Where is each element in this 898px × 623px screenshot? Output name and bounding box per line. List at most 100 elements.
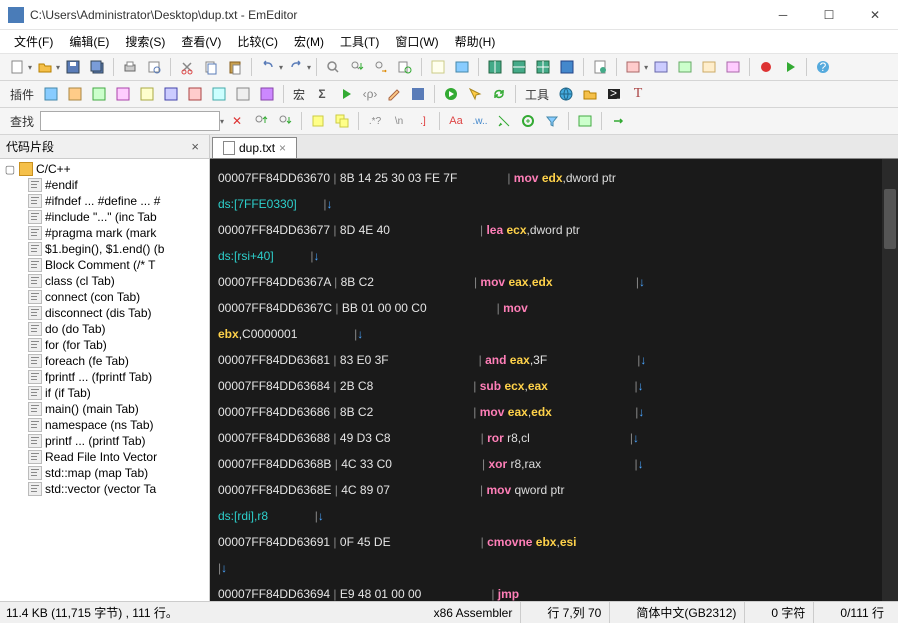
end-button[interactable]: .] — [412, 110, 434, 132]
plugin-4[interactable] — [112, 83, 134, 105]
regex-button[interactable]: .*? — [364, 110, 386, 132]
help-button[interactable]: ? — [812, 56, 834, 78]
menu-help[interactable]: 帮助(H) — [449, 31, 502, 52]
snippet-item[interactable]: #include "..." (inc Tab — [0, 209, 209, 225]
explorer-button[interactable] — [579, 83, 601, 105]
cut-button[interactable] — [176, 56, 198, 78]
snippet-item[interactable]: do (do Tab) — [0, 321, 209, 337]
window-both-button[interactable] — [532, 56, 554, 78]
plugin-10[interactable] — [256, 83, 278, 105]
play-button[interactable] — [779, 56, 801, 78]
wordwrap-button[interactable] — [427, 56, 449, 78]
menu-search[interactable]: 搜索(S) — [119, 31, 171, 52]
copy-button[interactable] — [200, 56, 222, 78]
snippet-item[interactable]: namespace (ns Tab) — [0, 417, 209, 433]
find-input[interactable] — [40, 111, 220, 131]
menu-macro[interactable]: 宏(M) — [288, 31, 330, 52]
tab-close-icon[interactable]: × — [279, 141, 286, 155]
snippet-item[interactable]: connect (con Tab) — [0, 289, 209, 305]
menu-edit[interactable]: 编辑(E) — [63, 31, 115, 52]
mark-all-button[interactable] — [331, 110, 353, 132]
tree-root[interactable]: ▢ C/C++ — [0, 161, 209, 177]
cmd-button[interactable]: >_ — [603, 83, 625, 105]
open-button[interactable] — [34, 56, 56, 78]
new-button[interactable] — [6, 56, 28, 78]
arrow-button[interactable] — [464, 83, 486, 105]
tab-dup-txt[interactable]: dup.txt × — [212, 137, 297, 158]
print-button[interactable] — [119, 56, 141, 78]
macro-play-button[interactable] — [335, 83, 357, 105]
snippet-item[interactable]: Read File Into Vector — [0, 449, 209, 465]
go-button[interactable] — [440, 83, 462, 105]
hilight-button[interactable] — [517, 110, 539, 132]
bookmark-button[interactable] — [451, 56, 473, 78]
case-button[interactable]: Aa — [445, 110, 467, 132]
fullscreen-button[interactable] — [556, 56, 578, 78]
replace-button[interactable] — [370, 56, 392, 78]
record-button[interactable] — [755, 56, 777, 78]
font-button[interactable]: T — [627, 83, 649, 105]
word-button[interactable]: .w.. — [469, 110, 491, 132]
snippet-item[interactable]: std::vector (vector Ta — [0, 481, 209, 497]
menu-compare[interactable]: 比较(C) — [231, 31, 284, 52]
syntax4-button[interactable] — [698, 56, 720, 78]
status-language[interactable]: x86 Assembler — [426, 602, 522, 623]
snippet-item[interactable]: for (for Tab) — [0, 337, 209, 353]
plugin-5[interactable] — [136, 83, 158, 105]
snippet-item[interactable]: foreach (fe Tab) — [0, 353, 209, 369]
snippet-item[interactable]: main() (main Tab) — [0, 401, 209, 417]
redo-button[interactable] — [285, 56, 307, 78]
vertical-scrollbar[interactable] — [882, 159, 898, 601]
plugin-2[interactable] — [64, 83, 86, 105]
close-button[interactable]: ✕ — [852, 0, 898, 30]
snippets-tree[interactable]: ▢ C/C++ #endif#ifndef ... #define ... ##… — [0, 159, 209, 601]
snippet-item[interactable]: disconnect (dis Tab) — [0, 305, 209, 321]
paste-button[interactable] — [224, 56, 246, 78]
snippet-item[interactable]: if (if Tab) — [0, 385, 209, 401]
plugin-3[interactable] — [88, 83, 110, 105]
save-all-button[interactable] — [86, 56, 108, 78]
mark-button[interactable] — [307, 110, 329, 132]
status-encoding[interactable]: 简体中文(GB2312) — [628, 602, 745, 623]
snippets-close-button[interactable]: × — [187, 139, 203, 154]
syntax5-button[interactable] — [722, 56, 744, 78]
menu-view[interactable]: 查看(V) — [175, 31, 227, 52]
go-next-button[interactable] — [607, 110, 629, 132]
macro-edit-button[interactable] — [383, 83, 405, 105]
plugin-9[interactable] — [232, 83, 254, 105]
snippet-item[interactable]: #ifndef ... #define ... # — [0, 193, 209, 209]
snippet-item[interactable]: $1.begin(), $1.end() (b — [0, 241, 209, 257]
filter-button[interactable] — [541, 110, 563, 132]
plugin-6[interactable] — [160, 83, 182, 105]
browser-button[interactable] — [555, 83, 577, 105]
print-preview-button[interactable] — [143, 56, 165, 78]
minimize-button[interactable]: ─ — [760, 0, 806, 30]
macro-sum-button[interactable]: Σ — [311, 83, 333, 105]
macro-param-button[interactable]: ‹ρ› — [359, 83, 381, 105]
find-next-button2[interactable] — [274, 110, 296, 132]
escape-button[interactable]: \n — [388, 110, 410, 132]
plugin-7[interactable] — [184, 83, 206, 105]
snippet-item[interactable]: fprintf ... (fprintf Tab) — [0, 369, 209, 385]
find-next-button[interactable] — [346, 56, 368, 78]
window-hsplit-button[interactable] — [508, 56, 530, 78]
snippet-item[interactable]: std::map (map Tab) — [0, 465, 209, 481]
scrollbar-thumb[interactable] — [884, 189, 896, 249]
syntax3-button[interactable] — [674, 56, 696, 78]
snippet-item[interactable]: #pragma mark (mark — [0, 225, 209, 241]
snippet-item[interactable]: Block Comment (/* T — [0, 257, 209, 273]
find-prev-button[interactable] — [250, 110, 272, 132]
find-in-files-button[interactable] — [394, 56, 416, 78]
refresh-button[interactable] — [488, 83, 510, 105]
menu-window[interactable]: 窗口(W) — [389, 31, 444, 52]
menu-tools[interactable]: 工具(T) — [334, 31, 385, 52]
properties-button[interactable] — [589, 56, 611, 78]
menu-file[interactable]: 文件(F) — [8, 31, 59, 52]
window-split-button[interactable] — [484, 56, 506, 78]
save-button[interactable] — [62, 56, 84, 78]
find-button[interactable] — [322, 56, 344, 78]
undo-button[interactable] — [257, 56, 279, 78]
maximize-button[interactable]: ☐ — [806, 0, 852, 30]
snippet-item[interactable]: printf ... (printf Tab) — [0, 433, 209, 449]
macro-save-button[interactable] — [407, 83, 429, 105]
